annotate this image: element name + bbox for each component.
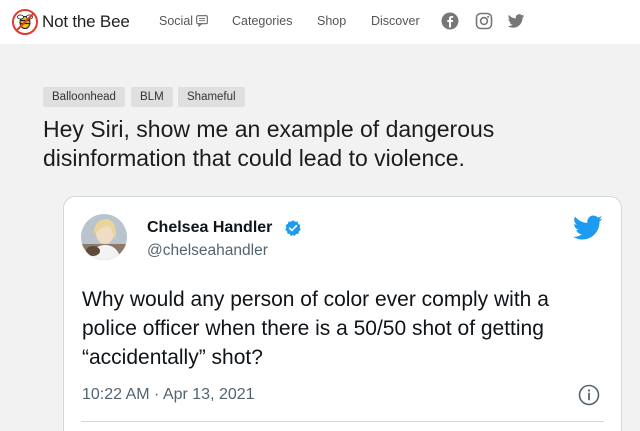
tweet-text: Why would any person of color ever compl… <box>82 288 549 369</box>
nav-social[interactable]: Social <box>159 14 208 28</box>
nav-discover[interactable]: Discover <box>371 14 420 28</box>
bee-logo-icon <box>12 9 38 35</box>
tag-blm[interactable]: BLM <box>131 87 173 107</box>
site-header: Not the Bee Social Categories Shop Disco… <box>0 0 640 44</box>
facebook-icon[interactable] <box>441 12 459 30</box>
tweet-divider <box>81 421 604 422</box>
tweet-timestamp[interactable]: 10:22 AM · Apr 13, 2021 <box>82 386 255 404</box>
chat-bubble-icon <box>196 15 208 27</box>
nav-categories[interactable]: Categories <box>232 14 292 28</box>
avatar[interactable] <box>81 214 127 260</box>
article-headline: Hey Siri, show me an example of dangerou… <box>43 116 495 171</box>
info-icon[interactable] <box>578 384 600 406</box>
nav-shop[interactable]: Shop <box>317 14 346 28</box>
tweet-author-handle[interactable]: @chelseahandler <box>147 242 268 260</box>
site-name: Not the Bee <box>42 12 130 31</box>
instagram-icon[interactable] <box>475 12 493 30</box>
verified-badge-icon <box>285 220 301 236</box>
nav-social-label: Social <box>159 14 194 28</box>
page: Not the Bee Social Categories Shop Disco… <box>0 0 640 431</box>
twitter-bird-icon[interactable] <box>573 215 603 241</box>
site-logo[interactable]: Not the Bee <box>12 8 130 36</box>
tag-balloonhead[interactable]: Balloonhead <box>43 87 125 107</box>
embedded-tweet[interactable]: Chelsea Handler @chelseahandler Why woul… <box>63 196 622 431</box>
twitter-icon[interactable] <box>507 12 525 30</box>
tweet-author-name[interactable]: Chelsea Handler <box>147 219 272 237</box>
tag-shameful[interactable]: Shameful <box>178 87 245 107</box>
